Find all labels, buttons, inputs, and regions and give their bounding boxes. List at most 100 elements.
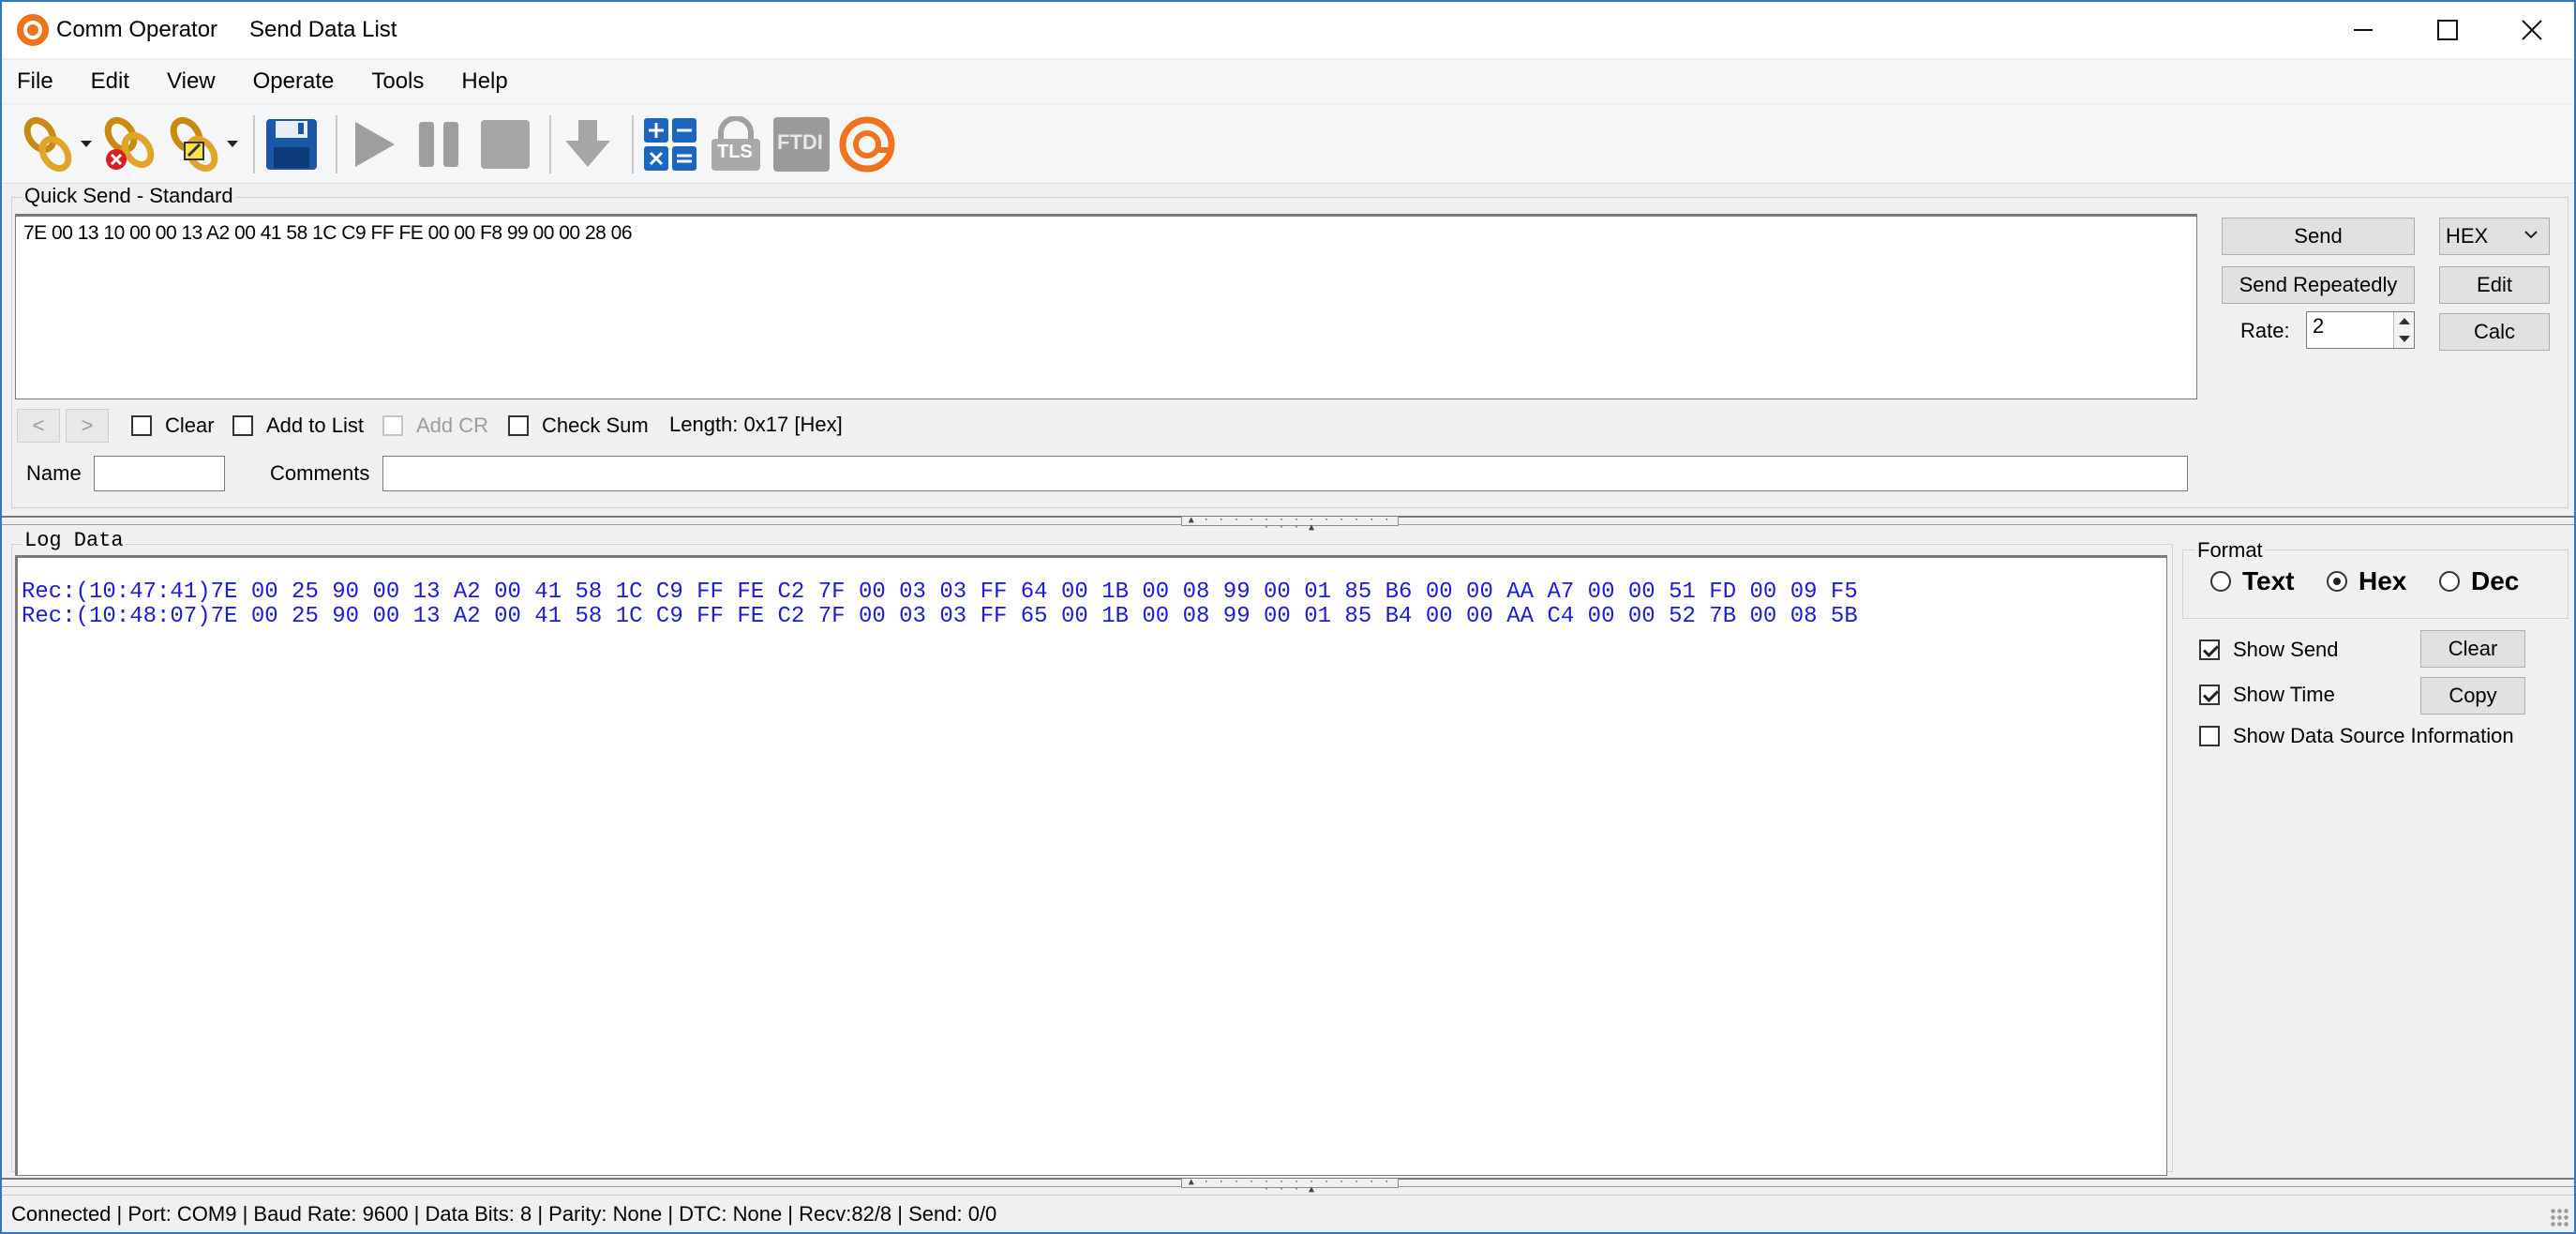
download-button[interactable] [559, 113, 617, 175]
text-radio-button[interactable] [2210, 571, 2231, 592]
play-button[interactable] [345, 113, 403, 175]
save-button[interactable] [262, 113, 321, 175]
disconnect-icon [104, 116, 155, 170]
format-title: Format [2195, 538, 2265, 563]
close-button[interactable] [2490, 2, 2574, 58]
log-data-output[interactable]: Rec:(10:47:41)7E 00 25 90 00 13 A2 00 41… [15, 555, 2167, 1176]
comments-label: Comments [270, 461, 370, 485]
send-button[interactable]: Send [2222, 218, 2415, 255]
connect-button[interactable] [19, 113, 77, 175]
clear-checkbox[interactable]: Clear [131, 414, 215, 438]
maximize-icon [2437, 20, 2458, 40]
add-cr-checkbox[interactable]: Add CR [382, 414, 488, 438]
edit-button[interactable]: Edit [2439, 266, 2550, 304]
spin-down-icon[interactable] [2399, 336, 2410, 342]
show-time-checkbox[interactable]: Show Time [2199, 683, 2335, 707]
status-bar: Connected | Port: COM9 | Baud Rate: 9600… [2, 1195, 2574, 1232]
log-clear-button[interactable]: Clear [2420, 630, 2525, 668]
log-line: Rec:(10:47:41)7E 00 25 90 00 13 A2 00 41… [22, 579, 1858, 605]
next-button[interactable]: > [66, 409, 109, 443]
menu-help[interactable]: Help [461, 65, 507, 98]
close-icon [2522, 20, 2542, 40]
menu-edit[interactable]: Edit [91, 65, 129, 98]
format-hex-radio[interactable]: Hex [2327, 566, 2406, 596]
toolbar-separator [549, 114, 551, 173]
chevron-down-icon [2524, 231, 2538, 239]
add-to-list-label: Add to List [266, 414, 364, 437]
check-sum-label: Check Sum [542, 414, 649, 437]
stop-icon [481, 119, 530, 169]
menu-bar: File Edit View Operate Tools Help [2, 60, 2574, 103]
name-input[interactable] [94, 456, 225, 491]
ftdi-button[interactable]: FTDI [772, 113, 831, 175]
bottom-splitter[interactable]: ▲ · · · · · · · · · · · · · · · · ▲ [2, 1178, 2574, 1195]
show-send-label: Show Send [2233, 638, 2339, 661]
quick-send-title: Quick Send - Standard [22, 184, 235, 208]
connect-dropdown[interactable] [79, 113, 94, 175]
calc-button[interactable]: Calc [2439, 313, 2550, 351]
calculator-button[interactable] [641, 113, 699, 175]
splitter-grip[interactable]: ▲ · · · · · · · · · · · · · · · · ▲ [1181, 516, 1399, 533]
menu-operate[interactable]: Operate [253, 65, 335, 98]
format-select[interactable]: HEX [2439, 218, 2550, 255]
show-source-checkbox[interactable]: Show Data Source Information [2199, 724, 2514, 748]
check-sum-check-box[interactable] [508, 415, 529, 436]
send-repeatedly-button[interactable]: Send Repeatedly [2222, 266, 2415, 304]
clear-checkbox-label: Clear [165, 414, 215, 437]
window-controls [2321, 2, 2574, 58]
hex-radio-label: Hex [2359, 566, 2407, 595]
resize-grip-icon[interactable] [2550, 1208, 2569, 1226]
connect-config-button[interactable] [165, 113, 223, 175]
show-time-label: Show Time [2233, 683, 2335, 706]
dec-radio-button[interactable] [2439, 571, 2460, 592]
rate-label: Rate: [2240, 319, 2290, 342]
minimize-button[interactable] [2321, 2, 2405, 58]
menu-view[interactable]: View [167, 65, 216, 98]
format-dec-radio[interactable]: Dec [2439, 566, 2519, 596]
toolbar-separator [253, 114, 255, 173]
top-splitter[interactable]: ▲ · · · · · · · · · · · · · · · · ▲ [2, 516, 2574, 533]
minimize-icon [2354, 29, 2373, 31]
pause-icon [419, 121, 458, 167]
connect-config-dropdown[interactable] [225, 113, 240, 175]
menu-tools[interactable]: Tools [371, 65, 424, 98]
spin-up-icon[interactable] [2399, 318, 2410, 324]
comm-operator-logo-icon [839, 116, 895, 172]
menu-file[interactable]: File [17, 65, 53, 98]
ftdi-label: FTDI [777, 129, 823, 154]
disconnect-button[interactable] [99, 113, 157, 175]
pause-button[interactable] [411, 113, 469, 175]
rate-spin-arrows[interactable] [2393, 312, 2414, 348]
show-time-check-box[interactable] [2199, 685, 2220, 705]
add-to-list-check-box[interactable] [232, 415, 253, 436]
prev-button[interactable]: < [17, 409, 60, 443]
show-source-label: Show Data Source Information [2233, 724, 2514, 747]
clear-check-box[interactable] [131, 415, 152, 436]
name-label: Name [26, 461, 82, 485]
toolbar: TLS FTDI [2, 105, 2574, 184]
show-source-check-box[interactable] [2199, 726, 2220, 746]
show-send-check-box[interactable] [2199, 640, 2220, 660]
add-to-list-checkbox[interactable]: Add to List [232, 414, 364, 438]
dec-radio-label: Dec [2471, 566, 2520, 595]
splitter-grip[interactable]: ▲ · · · · · · · · · · · · · · · · ▲ [1181, 1178, 1399, 1195]
download-icon [565, 119, 610, 167]
comm-operator-logo-button[interactable] [838, 113, 896, 175]
rate-stepper[interactable]: 2 [2306, 311, 2415, 349]
text-radio-label: Text [2242, 566, 2295, 595]
maximize-button[interactable] [2405, 2, 2490, 58]
add-cr-check-box[interactable] [382, 415, 403, 436]
format-text-radio[interactable]: Text [2210, 566, 2295, 596]
log-line: Rec:(10:48:07)7E 00 25 90 00 13 A2 00 41… [22, 604, 1858, 629]
show-send-checkbox[interactable]: Show Send [2199, 638, 2339, 662]
log-copy-button[interactable]: Copy [2420, 677, 2525, 715]
format-select-value: HEX [2446, 224, 2489, 248]
quick-send-data-input[interactable]: 7E 00 13 10 00 00 13 A2 00 41 58 1C C9 F… [15, 214, 2197, 399]
check-sum-checkbox[interactable]: Check Sum [508, 414, 649, 438]
stop-button[interactable] [476, 113, 534, 175]
tls-button[interactable]: TLS [707, 113, 765, 175]
hex-radio-button[interactable] [2327, 571, 2347, 592]
length-indicator: Length: 0x17 [Hex] [669, 413, 843, 436]
comments-input[interactable] [382, 456, 2188, 491]
rate-value: 2 [2313, 314, 2325, 338]
